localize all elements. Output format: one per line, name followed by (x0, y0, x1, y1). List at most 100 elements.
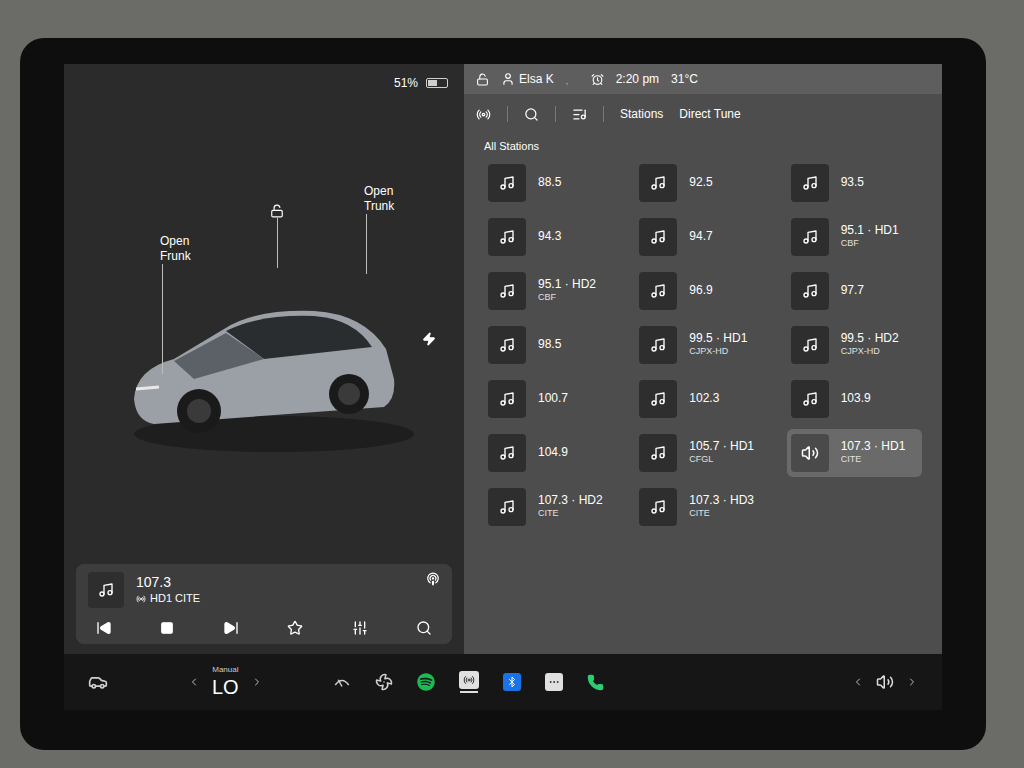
bluetooth-app-icon[interactable] (503, 673, 521, 691)
station-tile[interactable]: 107.3 · HD1CITE (787, 429, 922, 477)
station-frequency: 107.3 · HD1 (841, 439, 906, 454)
station-callsign: CFGL (689, 454, 754, 465)
station-tile[interactable]: 102.3 (635, 375, 770, 423)
music-note-icon (650, 175, 666, 191)
more-apps-icon[interactable] (545, 673, 563, 691)
unlocked-icon[interactable] (270, 204, 284, 218)
station-tile[interactable]: 103.9 (787, 375, 922, 423)
station-tile[interactable]: 95.1 · HD1CBF (787, 213, 922, 261)
volume-up-icon[interactable] (906, 676, 918, 688)
battery-percentage: 51% (394, 74, 418, 92)
station-thumbnail (488, 326, 526, 364)
station-thumbnail (639, 488, 677, 526)
station-tile[interactable]: 100.7 (484, 375, 619, 423)
climate-mode: Manual (212, 665, 238, 675)
photo-background: 51%Open FrunkOpen Trunk107.3HD1 CITEElsa… (0, 0, 1024, 768)
station-thumbnail (639, 164, 677, 202)
radio-tab[interactable]: Stations (620, 105, 663, 123)
station-frequency: 107.3 · HD3 (689, 493, 754, 508)
station-tile[interactable]: 107.3 · HD3CITE (635, 483, 770, 531)
station-thumbnail (488, 488, 526, 526)
radio-icon[interactable] (476, 107, 491, 122)
now-playing-card: 107.3HD1 CITE (76, 564, 452, 644)
station-thumbnail (791, 326, 829, 364)
station-callsign: CITE (689, 508, 754, 519)
user-name[interactable]: Elsa K (519, 70, 554, 88)
station-tile[interactable]: 105.7 · HD1CFGL (635, 429, 770, 477)
outside-temperature: 31°C (671, 70, 698, 88)
station-frequency: 100.7 (538, 391, 568, 406)
music-note-icon (802, 229, 818, 245)
previous-icon[interactable] (96, 620, 112, 636)
station-frequency: 95.1 · HD2 (538, 277, 596, 292)
station-frequency: 88.5 (538, 175, 561, 190)
station-frequency: 103.9 (841, 391, 871, 406)
music-note-icon (650, 283, 666, 299)
station-grid: 88.5 92.5 93.5 94.3 94.7 95.1 · HD1CBF 95.1 · … (464, 159, 942, 531)
radio-app-icon[interactable] (459, 671, 479, 689)
media-panel: Elsa K 2:20 pm 31°C Stations Direct Tune All … (464, 64, 942, 654)
station-frequency: 99.5 · HD1 (689, 331, 747, 346)
wiper-icon[interactable] (333, 673, 351, 691)
station-thumbnail (488, 164, 526, 202)
user-icon (501, 72, 515, 86)
speaker-icon (801, 444, 819, 462)
station-tile[interactable]: 104.9 (484, 429, 619, 477)
car-icon[interactable] (88, 672, 108, 692)
station-tile[interactable]: 95.1 · HD2CBF (484, 267, 619, 315)
music-note-icon (650, 499, 666, 515)
volume-down-icon[interactable] (852, 676, 864, 688)
station-tile[interactable]: 96.9 (635, 267, 770, 315)
section-heading: All Stations (464, 134, 942, 159)
open-trunk-button[interactable]: Open Trunk (364, 184, 408, 214)
search-icon[interactable] (524, 107, 539, 122)
station-thumbnail (639, 434, 677, 472)
chevron-left-icon[interactable] (188, 676, 200, 688)
bottom-bar: ManualLO (64, 654, 942, 710)
music-note-icon (499, 229, 515, 245)
open-frunk-button[interactable]: Open Frunk (160, 234, 204, 264)
station-tile[interactable]: 99.5 · HD2CJPX-HD (787, 321, 922, 369)
favorite-icon[interactable] (287, 620, 303, 636)
music-note-icon (650, 229, 666, 245)
fan-icon[interactable] (375, 673, 393, 691)
station-tile[interactable]: 93.5 (787, 159, 922, 207)
radio-tab[interactable]: Direct Tune (679, 105, 740, 123)
chevron-right-icon[interactable] (251, 676, 263, 688)
search-icon[interactable] (416, 620, 432, 636)
signal-icon (566, 73, 579, 86)
station-tile[interactable]: 107.3 · HD2CITE (484, 483, 619, 531)
now-playing-station: HD1 CITE (150, 592, 200, 606)
station-tile[interactable]: 92.5 (635, 159, 770, 207)
station-callsign: CJPX-HD (841, 346, 899, 357)
station-tile[interactable]: 98.5 (484, 321, 619, 369)
station-frequency: 102.3 (689, 391, 719, 406)
clock: 2:20 pm (616, 70, 659, 88)
station-frequency: 105.7 · HD1 (689, 439, 754, 454)
charge-port-icon[interactable] (422, 332, 436, 346)
station-tile[interactable]: 94.7 (635, 213, 770, 261)
radio-source-icon[interactable] (426, 572, 440, 586)
hd-radio-icon (136, 594, 146, 604)
stop-icon[interactable] (160, 621, 174, 635)
next-icon[interactable] (223, 620, 239, 636)
station-frequency: 98.5 (538, 337, 561, 352)
music-note-icon (499, 283, 515, 299)
station-callsign: CITE (841, 454, 906, 465)
spotify-icon[interactable] (417, 673, 435, 691)
station-tile[interactable]: 97.7 (787, 267, 922, 315)
station-tile[interactable]: 88.5 (484, 159, 619, 207)
station-thumbnail (488, 380, 526, 418)
station-tile[interactable]: 99.5 · HD1CJPX-HD (635, 321, 770, 369)
music-note-icon (98, 582, 114, 598)
unlocked-icon[interactable] (476, 73, 489, 86)
station-thumbnail (791, 272, 829, 310)
climate-control: ManualLO (188, 665, 263, 700)
phone-icon[interactable] (587, 674, 604, 691)
station-thumbnail (791, 380, 829, 418)
station-tile[interactable]: 94.3 (484, 213, 619, 261)
station-frequency: 104.9 (538, 445, 568, 460)
volume-icon[interactable] (876, 673, 894, 691)
equalizer-icon[interactable] (352, 620, 368, 636)
queue-icon[interactable] (572, 107, 587, 122)
